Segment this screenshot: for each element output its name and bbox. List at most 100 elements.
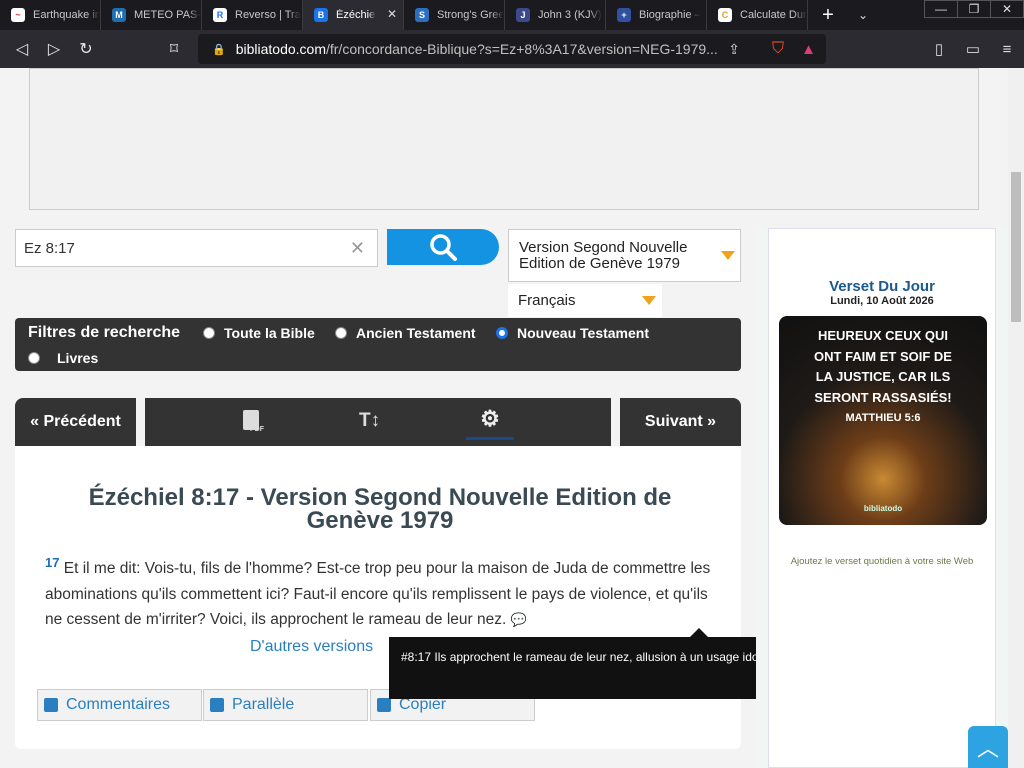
- address-bar[interactable]: 🔒 bibliatodo.com/fr/concordance-Biblique…: [198, 34, 826, 64]
- next-button[interactable]: Suivant »: [620, 398, 741, 446]
- parallele-button[interactable]: Parallèle: [203, 689, 368, 721]
- scrollbar-thumb[interactable]: [1011, 172, 1021, 322]
- tab-strongs[interactable]: S Strong's Gree: [404, 0, 505, 30]
- new-tab-button[interactable]: +: [808, 0, 848, 30]
- prev-button[interactable]: « Précédent: [15, 398, 136, 446]
- tab-ezechiel[interactable]: B Ézéchiel 8 ✕: [303, 0, 404, 30]
- restore-icon[interactable]: ❐: [957, 0, 991, 18]
- verse-number[interactable]: 17: [45, 555, 59, 570]
- filters-title: Filtres de recherche: [28, 324, 181, 341]
- wallet-icon[interactable]: ▭: [956, 40, 990, 58]
- page: Ez 8:17 ✕ Version Segond Nouvelle Editio…: [0, 68, 1024, 768]
- search-value: Ez 8:17: [24, 239, 75, 257]
- page-title: Ézéchiel 8:17 - Version Segond Nouvelle …: [88, 484, 672, 534]
- chevron-up-icon: ︿: [976, 736, 999, 761]
- close-tab-icon[interactable]: ✕: [387, 7, 397, 21]
- tab-biographie[interactable]: + Biographie –: [606, 0, 707, 30]
- brave-shields-icon[interactable]: ⛉: [772, 40, 784, 58]
- note-icon[interactable]: 💬: [511, 612, 527, 627]
- radio-icon: [203, 327, 215, 339]
- tab-title: METEO PAS-D: [134, 9, 201, 21]
- close-window-icon[interactable]: ✕: [990, 0, 1024, 18]
- filter-nouveau-testament[interactable]: Nouveau Testament: [496, 325, 649, 341]
- search-icon: [430, 234, 457, 261]
- forward-icon[interactable]: ▷: [38, 33, 70, 65]
- tab-title: Calculate Dur: [740, 9, 807, 21]
- verse-image-ref: MATTHIEU 5:6: [845, 412, 921, 424]
- url-path: /fr/concordance-Biblique?s=Ez+8%3A17&ver…: [325, 41, 718, 57]
- copy-icon: [377, 698, 391, 712]
- bibliatodo-logo: bibliatodo: [863, 503, 903, 513]
- language-select[interactable]: Français: [508, 284, 662, 317]
- strongs-favicon-icon: S: [415, 8, 429, 22]
- commentaires-button[interactable]: Commentaires: [37, 689, 202, 721]
- clear-search-icon[interactable]: ✕: [350, 238, 365, 259]
- filter-toute-la-bible[interactable]: Toute la Bible: [203, 325, 315, 341]
- other-versions-link[interactable]: D'autres versions: [250, 638, 373, 656]
- filter-livres[interactable]: Livres: [28, 350, 98, 366]
- filter-ancien-testament[interactable]: Ancien Testament: [335, 325, 476, 341]
- tab-title: Strong's Gree: [437, 9, 504, 21]
- tab-title: Biographie –: [639, 9, 701, 21]
- tab-earthquake[interactable]: ~ Earthquake in: [0, 0, 101, 30]
- back-icon[interactable]: ◁: [6, 33, 38, 65]
- menu-icon[interactable]: ≡: [990, 41, 1024, 58]
- filter-label: Toute la Bible: [224, 325, 315, 341]
- font-size-icon[interactable]: T↕: [359, 410, 380, 432]
- calculate-favicon-icon: C: [718, 8, 732, 22]
- verse-of-day-heading: Verset Du Jour: [829, 278, 935, 295]
- parallele-label: Parallèle: [232, 696, 295, 713]
- bibliatodo-favicon-icon: B: [314, 8, 328, 22]
- radio-icon: [28, 352, 40, 364]
- tab-reverso[interactable]: R Reverso | Tra: [202, 0, 303, 30]
- browser-toolbar: ◁ ▷ ↻ ⌑ 🔒 bibliatodo.com/fr/concordance-…: [0, 30, 1024, 68]
- bookmark-icon[interactable]: ⌑: [158, 33, 190, 65]
- verse-image-text: HEUREUX CEUX QUI ONT FAIM ET SOIF DE LA …: [814, 328, 952, 405]
- add-verse-link[interactable]: Ajoutez le verset quotidien à votre site…: [756, 556, 1008, 567]
- passage-card: Ézéchiel 8:17 - Version Segond Nouvelle …: [15, 446, 741, 749]
- verse-of-day-image[interactable]: HEUREUX CEUX QUI ONT FAIM ET SOIF DE LA …: [779, 316, 987, 525]
- lock-icon: 🔒: [212, 43, 226, 56]
- tab-title: John 3 (KJV): [538, 9, 602, 21]
- tab-john3[interactable]: J John 3 (KJV): [505, 0, 606, 30]
- page-scrollbar[interactable]: [1008, 68, 1024, 768]
- filter-label: Livres: [57, 350, 99, 366]
- tab-title: Reverso | Tra: [235, 9, 301, 21]
- biographie-favicon-icon: +: [617, 8, 631, 22]
- chevron-down-icon: [642, 296, 656, 305]
- commentaires-label: Commentaires: [66, 696, 171, 713]
- toolbar-right: ▯ ▭ ≡: [922, 30, 1024, 68]
- share-icon[interactable]: ⇪: [728, 41, 740, 58]
- reload-icon[interactable]: ↻: [70, 33, 102, 65]
- tab-list-chevron-icon[interactable]: ⌄: [848, 0, 878, 30]
- ad-placeholder: [29, 68, 979, 210]
- version-select[interactable]: Version Segond Nouvelle Edition de Genèv…: [508, 229, 741, 282]
- sidebar-verse-of-day: Verset Du Jour Lundi, 10 Août 2026 HEURE…: [756, 228, 1008, 768]
- meteo-favicon-icon: M: [112, 8, 126, 22]
- version-select-value: Version Segond Nouvelle Edition de Genèv…: [519, 239, 688, 272]
- filter-label: Nouveau Testament: [517, 325, 649, 341]
- verse-text: Et il me dit: Vois-tu, fils de l'homme? …: [45, 560, 711, 629]
- radio-selected-icon: [496, 327, 508, 339]
- sidebar-toggle-icon[interactable]: ▯: [922, 40, 956, 58]
- verse-of-day-date: Lundi, 10 Août 2026: [830, 295, 934, 307]
- url-host: bibliatodo.com: [235, 41, 326, 57]
- tab-calculate[interactable]: C Calculate Dur: [707, 0, 808, 30]
- tab-meteo[interactable]: M METEO PAS-D: [101, 0, 202, 30]
- scroll-to-top-button[interactable]: ︿: [968, 726, 1008, 768]
- radio-icon: [335, 327, 347, 339]
- brave-rewards-icon[interactable]: ▲: [801, 41, 816, 58]
- search-input[interactable]: Ez 8:17 ✕: [15, 229, 378, 267]
- tab-strip: ~ Earthquake in M METEO PAS-D R Reverso | T…: [0, 0, 1024, 30]
- tab-title: Ézéchiel 8: [336, 9, 376, 21]
- chevron-down-icon: [721, 251, 735, 260]
- search-button[interactable]: [387, 229, 499, 265]
- settings-icon[interactable]: ⚙: [466, 406, 514, 440]
- verse-text-block: 17 Et il me dit: Vois-tu, fils de l'homm…: [45, 550, 715, 633]
- minimize-icon[interactable]: —: [924, 0, 958, 18]
- search-filters: Filtres de recherche Toute la Bible Anci…: [15, 318, 741, 371]
- earthquake-favicon-icon: ~: [11, 8, 25, 22]
- language-select-value: Français: [518, 292, 576, 309]
- columns-icon: [210, 698, 224, 712]
- pdf-label: PDF: [250, 426, 264, 433]
